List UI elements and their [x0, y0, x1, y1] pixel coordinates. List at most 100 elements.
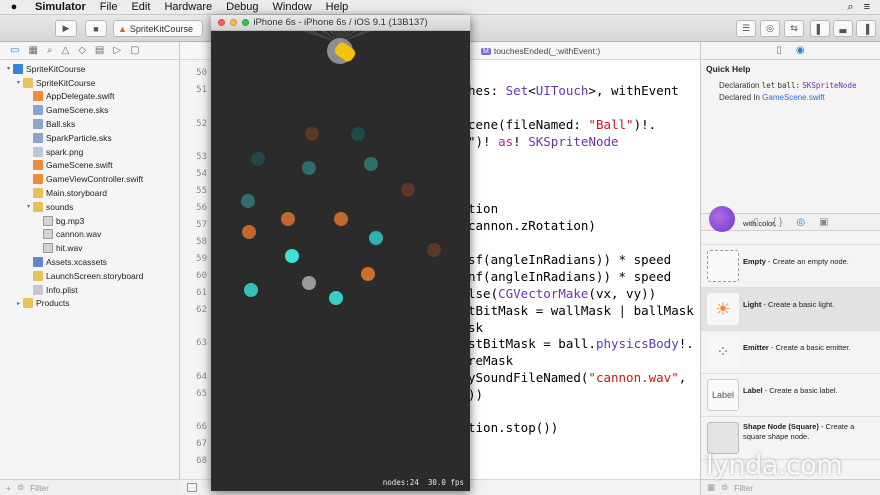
disclosure-triangle-icon[interactable]: ▾	[4, 65, 13, 72]
toggle-debug-button[interactable]: ▃	[833, 20, 853, 37]
quick-help-icon[interactable]: ◉	[796, 45, 805, 56]
breadcrumb-method[interactable]: touchesEnded(_:withEvent:)	[494, 46, 600, 56]
disclosure-triangle-icon[interactable]: ▸	[14, 300, 23, 307]
simulator-window[interactable]: iPhone 6s - iPhone 6s / iOS 9.1 (13B137)…	[211, 15, 470, 491]
line-number: 54	[196, 169, 207, 179]
library-item-description: Shape Node (Square) - Create a square sh…	[743, 422, 877, 442]
apple-menu-icon[interactable]: ●	[0, 1, 28, 13]
debug-icon[interactable]: ▤	[95, 45, 104, 56]
arrows-icon: ⇆	[790, 23, 798, 33]
breadcrumb[interactable]: M touchesEnded(_:withEvent:)	[481, 46, 600, 56]
file-tree-label: hit.wav	[56, 243, 83, 254]
disclosure-triangle-icon[interactable]: ▾	[24, 203, 33, 210]
grid-icon[interactable]: ▦	[707, 482, 715, 493]
folder-icon[interactable]: ▭	[10, 45, 19, 56]
menu-debug[interactable]: Debug	[219, 1, 265, 13]
menu-window[interactable]: Window	[266, 1, 319, 13]
library-item-light[interactable]: ☀ Light - Create a basic light.	[701, 288, 880, 331]
search-icon[interactable]: ⌕	[847, 1, 853, 14]
issue-icon[interactable]: △	[62, 45, 70, 56]
test-icon[interactable]: ◇	[78, 45, 86, 56]
ball	[285, 249, 299, 263]
code-line: tBitMask = wallMask | ballMask	[468, 303, 694, 318]
library-item-empty[interactable]: Empty - Create an empty node.	[701, 245, 880, 288]
library-item-name: Light	[743, 300, 762, 309]
file-tree-item[interactable]: ▸ Products	[0, 297, 179, 311]
library-filter[interactable]: ▦ ⊜ Filter	[701, 479, 880, 495]
find-icon[interactable]: ⌕	[47, 45, 53, 56]
stop-button[interactable]: ■	[85, 20, 107, 37]
assistant-editor-button[interactable]: ◎	[760, 20, 780, 37]
file-icon	[43, 229, 53, 240]
scene-background	[211, 31, 470, 491]
library-item-color[interactable]: with color.	[701, 206, 880, 245]
file-tree-item[interactable]: bg.mp3	[0, 214, 179, 228]
file-tree-item[interactable]: LaunchScreen.storyboard	[0, 269, 179, 283]
menu-help[interactable]: Help	[319, 1, 356, 13]
line-number: 62	[196, 305, 207, 315]
file-tree-item[interactable]: AppDelegate.swift	[0, 90, 179, 104]
menu-simulator[interactable]: Simulator	[28, 1, 93, 13]
utilities-panel: ▯ ◉ Quick Help Declaration let ball: SKS…	[700, 42, 880, 495]
file-tree-item[interactable]: SparkParticle.sks	[0, 131, 179, 145]
standard-editor-button[interactable]: ☰	[736, 20, 756, 37]
file-tree-item[interactable]: spark.png	[0, 145, 179, 159]
library-filter-placeholder: Filter	[734, 482, 754, 493]
file-tree-item[interactable]: ▾ SpriteKitCourse	[0, 62, 179, 76]
library-item-emitter[interactable]: ⁘ Emitter - Create a basic emitter.	[701, 331, 880, 374]
menu-hardware[interactable]: Hardware	[157, 1, 219, 13]
stop-icon: ■	[93, 23, 99, 34]
library-item-desc: - Create a basic label.	[762, 386, 838, 395]
ball	[329, 291, 343, 305]
game-scene[interactable]: nodes:24 30.0 fps	[211, 31, 470, 491]
code-line: cannon.zRotation)	[468, 218, 596, 233]
file-icon	[33, 257, 43, 268]
file-icon	[33, 105, 43, 116]
breakpoint-icon[interactable]: ▷	[113, 45, 121, 56]
line-number: 59	[196, 254, 207, 264]
menu-edit[interactable]: Edit	[124, 1, 157, 13]
menu-file[interactable]: File	[93, 1, 125, 13]
navigator-filter[interactable]: + ⊜ Filter	[0, 479, 180, 495]
simulator-titlebar[interactable]: iPhone 6s - iPhone 6s / iOS 9.1 (13B137)	[211, 15, 470, 31]
file-inspector-icon[interactable]: ▯	[776, 45, 782, 56]
declaration-name: ball	[777, 81, 796, 90]
symbol-icon[interactable]: ▦	[28, 45, 37, 56]
file-tree-item[interactable]: cannon.wav	[0, 228, 179, 242]
declared-in-link[interactable]: GameScene.swift	[762, 93, 825, 102]
file-icon	[33, 160, 43, 171]
file-tree-item[interactable]: Main.storyboard	[0, 186, 179, 200]
file-tree-label: bg.mp3	[56, 215, 85, 226]
list-icon[interactable]: ≡	[864, 1, 870, 14]
ball	[281, 212, 295, 226]
code-line: tion	[468, 201, 499, 216]
file-tree-item[interactable]: GameScene.swift	[0, 159, 179, 173]
version-editor-button[interactable]: ⇆	[784, 20, 804, 37]
checkbox-icon[interactable]	[187, 483, 197, 492]
scheme-selector[interactable]: ▲ SpriteKitCourse	[113, 20, 203, 37]
file-tree-item[interactable]: GameScene.sks	[0, 103, 179, 117]
line-number: 66	[196, 422, 207, 432]
assistant-icon: ◎	[766, 23, 774, 33]
file-tree-item[interactable]: ▾ SpriteKitCourse	[0, 76, 179, 90]
disclosure-triangle-icon[interactable]: ▾	[14, 79, 23, 86]
file-tree-item[interactable]: GameViewController.swift	[0, 172, 179, 186]
file-tree-item[interactable]: ▾ sounds	[0, 200, 179, 214]
toggle-inspector-button[interactable]: ▐	[856, 20, 876, 37]
file-tree-item[interactable]: Assets.xcassets	[0, 255, 179, 269]
file-tree-item[interactable]: Info.plist	[0, 283, 179, 297]
line-number: 64	[196, 372, 207, 382]
ball	[302, 276, 316, 290]
file-icon	[43, 215, 53, 226]
plus-icon[interactable]: +	[6, 483, 11, 493]
file-tree-label: spark.png	[46, 146, 84, 157]
game-scene-canvas[interactable]	[211, 31, 470, 491]
run-button[interactable]: ▶	[55, 20, 77, 37]
file-tree-item[interactable]: Ball.sks	[0, 117, 179, 131]
line-number: 67	[196, 439, 207, 449]
library-item-label[interactable]: Label Label - Create a basic label.	[701, 374, 880, 417]
toggle-navigator-button[interactable]: ▌	[810, 20, 830, 37]
file-tree-item[interactable]: hit.wav	[0, 241, 179, 255]
line-number: 52	[196, 119, 207, 129]
report-icon[interactable]: ▢	[130, 45, 139, 56]
